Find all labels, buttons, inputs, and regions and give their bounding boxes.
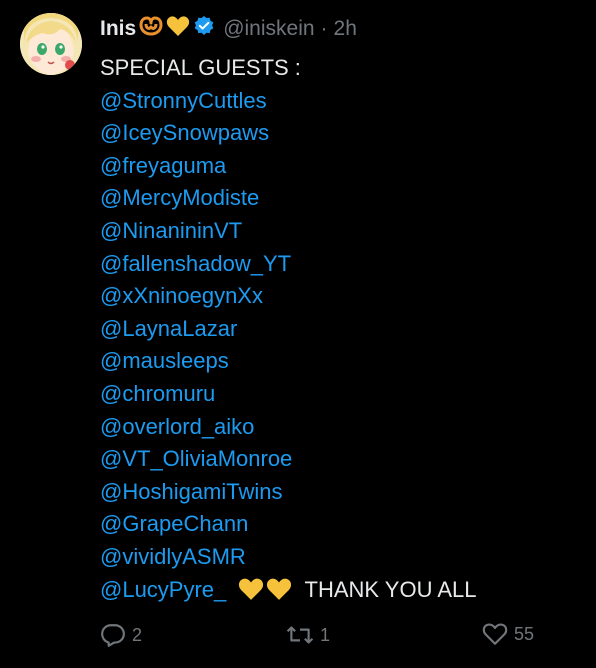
mention-link[interactable]: @LaynaLazar	[100, 316, 237, 341]
reply-count: 2	[132, 624, 143, 645]
mention-link[interactable]: @StronnyCuttles	[100, 88, 267, 113]
mention-link[interactable]: @vividlyASMR	[100, 544, 246, 569]
mention-link[interactable]: @HoshigamiTwins	[100, 479, 283, 504]
tweet-actions: 2 1 55	[0, 622, 596, 652]
separator-dot: ·	[320, 17, 328, 40]
retweet-count: 1	[320, 624, 331, 645]
verified-badge-icon	[193, 15, 215, 43]
yellow-heart-icon	[166, 15, 190, 43]
mention-link[interactable]: @MercyModiste	[100, 185, 259, 210]
like-count: 55	[514, 623, 535, 644]
yellow-heart-icon	[266, 577, 292, 611]
avatar[interactable]	[20, 13, 82, 75]
mention-link[interactable]: @IceySnowpaws	[100, 120, 269, 145]
mention-link[interactable]: @fallenshadow_YT	[100, 251, 291, 276]
mention-link[interactable]: @freyaguma	[100, 153, 226, 178]
avatar-image	[20, 13, 82, 75]
mention-link[interactable]: @xXninoegynXx	[100, 283, 263, 308]
author-name[interactable]: Inis	[100, 17, 136, 41]
tweet-timestamp[interactable]: 2h	[334, 17, 357, 41]
mention-link[interactable]: @chromuru	[100, 381, 215, 406]
retweet-icon	[286, 622, 314, 648]
yellow-heart-icon	[238, 577, 264, 611]
tweet-intro: SPECIAL GUESTS :	[100, 55, 301, 80]
author-handle[interactable]: @iniskein	[223, 17, 314, 41]
retweet-button[interactable]: 1	[286, 622, 330, 648]
mention-link[interactable]: @VT_OliviaMonroe	[100, 446, 292, 471]
tweet-header: Inis @iniskein · 2h	[100, 14, 357, 44]
mention-link[interactable]: @GrapeChann	[100, 511, 248, 536]
tweet-text: SPECIAL GUESTS : @StronnyCuttles @IceySn…	[100, 52, 580, 606]
like-button[interactable]: 55	[482, 622, 534, 646]
heart-outline-icon	[482, 622, 508, 646]
pretzel-icon	[139, 15, 163, 43]
reply-button[interactable]: 2	[100, 622, 142, 648]
tweet-closing: THANK YOU ALL	[304, 576, 477, 602]
mention-link[interactable]: @mausleeps	[100, 348, 229, 373]
mention-link[interactable]: @LucyPyre_	[100, 577, 226, 602]
reply-icon	[100, 622, 126, 648]
mention-link[interactable]: @overlord_aiko	[100, 414, 254, 439]
mention-link[interactable]: @NinanininVT	[100, 218, 242, 243]
